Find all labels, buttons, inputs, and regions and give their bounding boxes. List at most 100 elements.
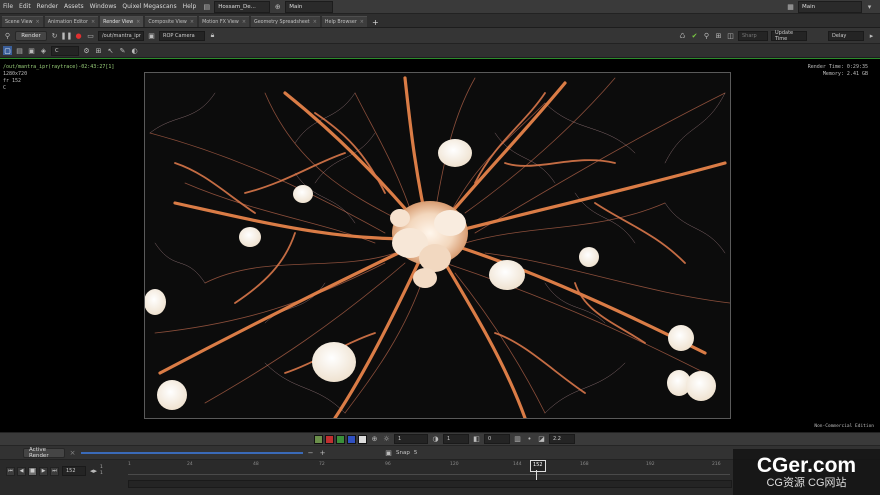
display-icon[interactable]: ▤	[15, 46, 24, 55]
minus-icon[interactable]: −	[306, 448, 315, 457]
neuron-render-image	[145, 73, 730, 418]
gamma-icon[interactable]: ◪	[537, 435, 546, 444]
current-frame-field[interactable]: 152	[62, 466, 86, 476]
file-name-field[interactable]: Hossam_De...	[214, 0, 271, 13]
menu-bar: File Edit Render Assets Windows Quixel M…	[0, 0, 880, 14]
step-icon[interactable]: ◂▸	[89, 467, 98, 476]
menu-windows[interactable]: Windows	[87, 3, 120, 10]
brightness-icon[interactable]: ☼	[382, 435, 391, 444]
pixel-icon[interactable]: •	[525, 435, 534, 444]
camera-field[interactable]: ROP Camera	[159, 30, 205, 41]
render-time-label: Render Time: 0:29:35	[807, 64, 868, 70]
render-viewport[interactable]: /out/mantra_ipr(raytrace)-02:43:27[1] 12…	[0, 58, 880, 432]
probe-icon[interactable]: ⚲	[702, 31, 711, 40]
contrast-icon[interactable]: ◑	[431, 435, 440, 444]
menu-edit[interactable]: Edit	[16, 3, 34, 10]
blue-channel-button[interactable]	[347, 434, 356, 444]
tab-help-browser[interactable]: Help Browser ×	[321, 16, 367, 27]
refresh-icon[interactable]: ↻	[50, 31, 59, 40]
offset-field[interactable]: 0	[484, 434, 510, 444]
check-icon[interactable]: ✔	[690, 31, 699, 40]
render-path-label: /out/mantra_ipr(raytrace)-02:43:27[1]	[3, 64, 115, 70]
stats-icon[interactable]: ✎	[118, 46, 127, 55]
offset-icon[interactable]: ◧	[472, 435, 481, 444]
pin-icon[interactable]: ▾	[865, 2, 874, 11]
tab-composite-view[interactable]: Composite View ×	[145, 16, 198, 27]
render-image-frame[interactable]	[144, 72, 731, 419]
timeline-track[interactable]: 1 24 48 72 96 120 144 168 192 216 152	[128, 460, 730, 480]
stop-button[interactable]: ■	[28, 466, 37, 476]
tab-animation-editor[interactable]: Animation Editor ×	[44, 16, 99, 27]
add-tab-icon[interactable]: +	[369, 17, 382, 27]
jump-start-button[interactable]: ⏮	[6, 466, 15, 476]
exposure-field[interactable]: 1	[394, 434, 428, 444]
tools-icon[interactable]: ⚙	[82, 46, 91, 55]
snap-label: Snap	[396, 449, 410, 456]
tick-label: 192	[646, 462, 655, 467]
tab-geometry-spreadsheet[interactable]: Geometry Spreadsheet ×	[251, 16, 320, 27]
channel-field[interactable]: C	[51, 45, 79, 56]
close-icon[interactable]: ×	[91, 19, 95, 25]
recycle-icon[interactable]: ♺	[678, 31, 687, 40]
plus-icon[interactable]: +	[318, 448, 327, 457]
gamma-field[interactable]: 2.2	[549, 434, 575, 444]
frame-icon[interactable]: ◫	[726, 31, 735, 40]
rop-path-field[interactable]: /out/mantra_ipr	[98, 30, 144, 41]
alpha-channel-button[interactable]	[358, 434, 367, 444]
menu-help[interactable]: Help	[180, 3, 200, 10]
image-controls-bar: ⊕ ☼ 1 ◑ 1 ◧ 0 ▥ • ◪ 2.2	[0, 432, 880, 446]
tick-label: 48	[253, 462, 259, 467]
rop-icon: ▭	[87, 31, 94, 40]
delay-field[interactable]: Delay	[828, 30, 864, 41]
tab-scene-view[interactable]: Scene View ×	[2, 16, 43, 27]
range-start-label-2: 1	[100, 471, 103, 476]
menu-quixel[interactable]: Quixel Megascans	[119, 3, 179, 10]
close-icon[interactable]: ×	[68, 448, 77, 457]
pin-icon[interactable]: ⚲	[3, 31, 12, 40]
edition-label: Non-Commercial Edition	[814, 424, 874, 429]
active-render-button[interactable]: Active Render	[23, 447, 65, 459]
desktop-selector[interactable]: Main	[285, 0, 334, 13]
menu-arrow-icon[interactable]: ▸	[867, 31, 876, 40]
snap-icon: ▣	[385, 448, 392, 457]
desktop-icon: ⊕	[274, 2, 281, 11]
render-region-icon[interactable]: ▢	[3, 46, 12, 55]
menu-render[interactable]: Render	[34, 3, 61, 10]
rgb-channel-button[interactable]	[314, 434, 323, 444]
jump-end-button[interactable]: ⏭	[50, 466, 59, 476]
snapshot-icon[interactable]: ▣	[27, 46, 36, 55]
green-channel-button[interactable]	[336, 434, 345, 444]
tab-render-view[interactable]: Render View ×	[100, 16, 144, 27]
grid-icon[interactable]: ⊞	[714, 31, 723, 40]
gamma-scale-field[interactable]: 1	[443, 434, 469, 444]
cursor-icon[interactable]: ↖	[106, 46, 115, 55]
tick-label: 168	[580, 462, 589, 467]
snap-value[interactable]: 5	[414, 450, 418, 456]
close-icon[interactable]: ×	[190, 19, 194, 25]
close-icon[interactable]: ×	[36, 19, 40, 25]
range-slider[interactable]	[128, 480, 732, 488]
bucket-icon[interactable]: ⊞	[94, 46, 103, 55]
close-icon[interactable]: ×	[136, 19, 140, 25]
tab-motion-fx-view[interactable]: Motion FX View ×	[199, 16, 250, 27]
desktop-selector-right[interactable]: Main	[798, 0, 862, 13]
menu-file[interactable]: File	[0, 3, 16, 10]
menu-assets[interactable]: Assets	[61, 3, 87, 10]
render-button[interactable]: Render	[15, 30, 47, 41]
update-time-field[interactable]: Update Time	[771, 30, 807, 42]
close-icon[interactable]: ×	[360, 19, 364, 25]
tick-label: 216	[712, 462, 721, 467]
close-icon[interactable]: ×	[313, 19, 317, 25]
timeline-cursor[interactable]: 152	[530, 460, 546, 472]
zoom-icon[interactable]: ⊕	[370, 435, 379, 444]
snap-mode-field[interactable]: Sharp	[738, 30, 768, 41]
pause-icon[interactable]: ❚❚	[61, 31, 73, 40]
play-button[interactable]: ▶	[39, 466, 48, 476]
lut-icon[interactable]: ▥	[513, 435, 522, 444]
color-correct-icon[interactable]: ◐	[130, 46, 139, 55]
lock-icon[interactable]: 🔒︎	[208, 31, 217, 40]
red-channel-button[interactable]	[325, 434, 334, 444]
step-back-button[interactable]: ◀	[17, 466, 26, 476]
close-icon[interactable]: ×	[242, 19, 246, 25]
stop-icon[interactable]: ●	[74, 31, 83, 40]
